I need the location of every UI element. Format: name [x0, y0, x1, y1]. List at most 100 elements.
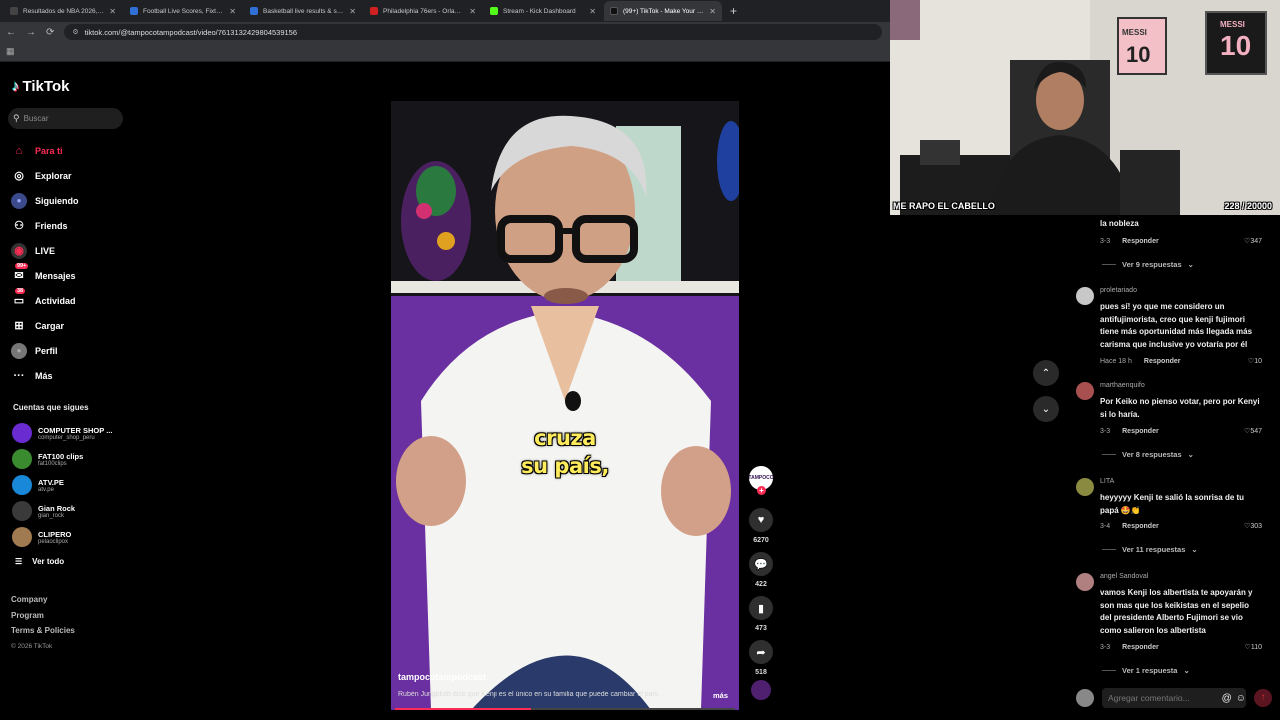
- nav-item-live[interactable]: ◉ LIVE: [11, 238, 136, 263]
- reply-button[interactable]: Responder: [1122, 428, 1159, 435]
- following-account[interactable]: Gian Rock gian_rock: [12, 498, 132, 524]
- reply-button[interactable]: Responder: [1122, 523, 1159, 530]
- search-input[interactable]: ⚲ Buscar: [8, 108, 123, 129]
- comment-username[interactable]: proletariado: [1100, 287, 1137, 294]
- view-replies-button[interactable]: Ver 11 respuestas ⌄: [1102, 545, 1198, 554]
- new-tab-button[interactable]: +: [724, 4, 743, 18]
- nav-item-para-ti[interactable]: ⌂ Para ti: [11, 138, 136, 163]
- emoji-icon[interactable]: ☺: [1236, 693, 1246, 704]
- tiktok-logo[interactable]: ♪ TikTok: [12, 78, 69, 95]
- close-tab-icon[interactable]: ✕: [349, 7, 356, 16]
- close-tab-icon[interactable]: ✕: [709, 7, 716, 16]
- browser-tab[interactable]: Philadelphia 76ers - Orlando Magic ✕: [364, 1, 482, 21]
- comment-text: la nobleza: [1100, 219, 1139, 228]
- following-account[interactable]: COMPUTER SHOP ... computer_shop_peru: [12, 420, 132, 446]
- chevron-down-icon: ⌄: [1187, 450, 1194, 459]
- comment-like-button[interactable]: ♡547: [1244, 427, 1262, 435]
- back-icon[interactable]: ←: [6, 27, 16, 38]
- save-button[interactable]: ▮: [749, 596, 773, 620]
- close-tab-icon[interactable]: ✕: [109, 7, 116, 16]
- tab-title: Basketball live results & schedule: [263, 7, 344, 15]
- close-tab-icon[interactable]: ✕: [469, 7, 476, 16]
- video-progress-bar[interactable]: [395, 708, 735, 710]
- subtitle-line-1: cruza: [534, 426, 596, 450]
- comment-username[interactable]: LITA: [1100, 478, 1114, 485]
- site-info-icon[interactable]: ⚙: [72, 28, 78, 36]
- comment-like-button[interactable]: ♡303: [1244, 522, 1262, 530]
- video-player[interactable]: cruza su país,: [391, 101, 739, 710]
- action-rail: TAMPOCO + ♥ 6270 💬 422 ▮ 473 ➦ 518: [746, 466, 776, 700]
- tab-title: Stream - Kick Dashboard: [503, 7, 576, 15]
- description-more-button[interactable]: más: [713, 691, 728, 700]
- browser-tab[interactable]: Resultados de NBA 2026, Baloncesto ✕: [4, 1, 122, 21]
- account-handle: pelaoclipox: [38, 538, 69, 545]
- avatar[interactable]: [1076, 382, 1094, 400]
- nav-item-cargar[interactable]: ⊞ Cargar: [11, 313, 136, 338]
- following-section-title: Cuentas que sigues: [13, 403, 89, 412]
- sound-disc-icon[interactable]: [751, 680, 771, 700]
- tab-title: (99+) TikTok - Make Your Day: [623, 7, 705, 15]
- url-text: tiktok.com/@tampocotampodcast/video/7613…: [84, 27, 298, 37]
- url-field[interactable]: ⚙ tiktok.com/@tampocotampodcast/video/76…: [64, 24, 882, 40]
- apps-grid-icon[interactable]: ▦: [6, 46, 15, 57]
- close-tab-icon[interactable]: ✕: [589, 7, 596, 16]
- like-button[interactable]: ♥: [749, 508, 773, 532]
- previous-video-button[interactable]: ⌃: [1033, 360, 1059, 386]
- following-account[interactable]: ATV.PE atv.pe: [12, 472, 132, 498]
- browser-tab[interactable]: Football Live Scores, Fixtures & Results…: [124, 1, 242, 21]
- comment-like-button[interactable]: ♡10: [1248, 357, 1262, 365]
- see-all-button[interactable]: ☰ Ver todo: [12, 550, 132, 572]
- video-author[interactable]: tampocotampodcast: [398, 672, 486, 682]
- comment-like-button[interactable]: ♡347: [1244, 237, 1262, 245]
- nav-item-perfil[interactable]: ● Perfil: [11, 338, 136, 363]
- comment-input[interactable]: Agregar comentario... @ ☺: [1102, 688, 1246, 708]
- avatar[interactable]: [1076, 287, 1094, 305]
- comment-username[interactable]: marthaenquifo: [1100, 382, 1145, 389]
- nav-item-explorar[interactable]: ◎ Explorar: [11, 163, 136, 188]
- reply-button[interactable]: Responder: [1122, 238, 1159, 245]
- footer-link-program[interactable]: Program: [11, 608, 75, 624]
- avatar[interactable]: [1076, 478, 1094, 496]
- reload-icon[interactable]: ⟳: [46, 27, 54, 38]
- nav-item-friends[interactable]: ⚇ Friends: [11, 213, 136, 238]
- avatar[interactable]: [1076, 573, 1094, 591]
- forward-icon[interactable]: →: [26, 27, 36, 38]
- comment-meta-row: 3-3 Responder ♡347: [1100, 237, 1262, 246]
- next-video-button[interactable]: ⌄: [1033, 396, 1059, 422]
- video-description: Rubén Jungbluth dice que Kenji es el úni…: [398, 691, 660, 698]
- nav-item-actividad[interactable]: ▭ 38 Actividad: [11, 287, 136, 313]
- mention-icon[interactable]: @: [1222, 693, 1232, 704]
- comment-username[interactable]: angel Sandoval: [1100, 573, 1148, 580]
- nav-item-mas[interactable]: ··· Más: [11, 363, 136, 388]
- send-button[interactable]: ↑: [1254, 689, 1272, 707]
- nav-item-mensajes[interactable]: ✉ 99+ Mensajes: [11, 262, 136, 288]
- comment-button[interactable]: 💬: [749, 552, 773, 576]
- browser-tab-active[interactable]: (99+) TikTok - Make Your Day ✕: [604, 1, 722, 21]
- account-name: CLIPERO: [38, 529, 72, 539]
- reply-button[interactable]: Responder: [1144, 358, 1181, 365]
- view-replies-button[interactable]: Ver 8 respuestas ⌄: [1102, 450, 1194, 459]
- footer-link-terms[interactable]: Terms & Policies: [11, 623, 75, 639]
- view-replies-button[interactable]: Ver 9 respuestas ⌄: [1102, 260, 1194, 269]
- reply-button[interactable]: Responder: [1122, 644, 1159, 651]
- follow-plus-icon[interactable]: +: [757, 486, 766, 495]
- following-account[interactable]: CLIPERO pelaoclipox: [12, 524, 132, 550]
- close-tab-icon[interactable]: ✕: [229, 7, 236, 16]
- chevron-up-icon: ⌃: [1041, 367, 1051, 379]
- browser-tab[interactable]: Basketball live results & schedule ✕: [244, 1, 362, 21]
- nav-item-siguiendo[interactable]: ● Siguiendo: [11, 188, 136, 213]
- view-replies-button[interactable]: Ver 1 respuesta ⌄: [1102, 666, 1190, 675]
- avatar: [12, 449, 32, 469]
- comment-composer: Agregar comentario... @ ☺ ↑: [1076, 687, 1272, 709]
- browser-tab[interactable]: Stream - Kick Dashboard ✕: [484, 1, 602, 21]
- share-icon: ➦: [756, 646, 766, 659]
- share-button[interactable]: ➦: [749, 640, 773, 664]
- address-bar-row: ← → ⟳ ⚙ tiktok.com/@tampocotampodcast/vi…: [0, 22, 890, 42]
- comment-like-count: 347: [1250, 238, 1262, 245]
- comment-like-button[interactable]: ♡110: [1245, 643, 1262, 651]
- footer-link-company[interactable]: Company: [11, 592, 75, 608]
- activity-glyph: ▭: [13, 295, 25, 307]
- nav-label: Explorar: [35, 170, 72, 181]
- creator-avatar[interactable]: TAMPOCO +: [748, 466, 774, 495]
- following-account[interactable]: FAT100 clips fat100clips: [12, 446, 132, 472]
